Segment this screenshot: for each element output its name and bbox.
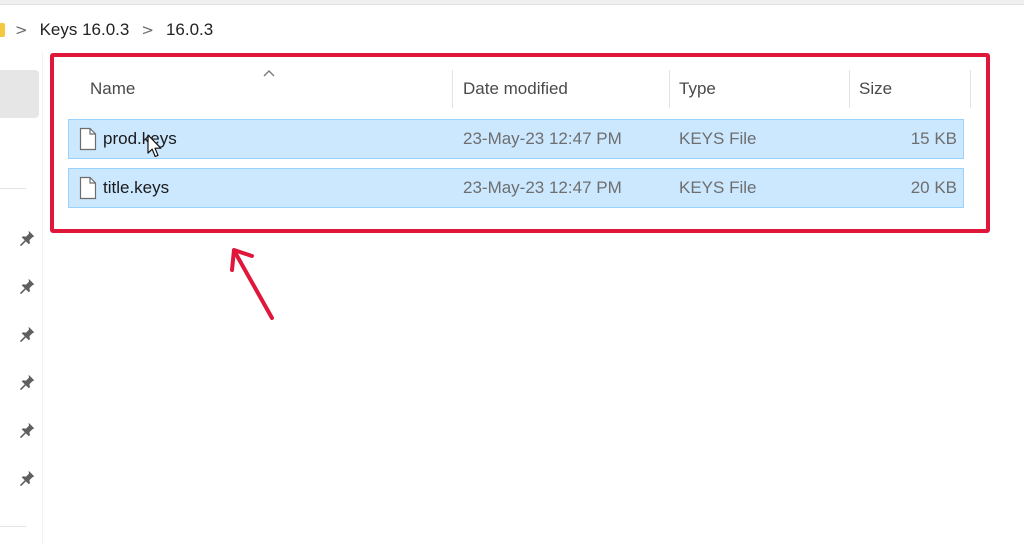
file-explorer-window: > Keys 16.0.3 > 16.0.3 Name Date modifie… [0, 0, 1024, 544]
column-divider[interactable] [849, 70, 850, 108]
folder-icon [0, 23, 5, 37]
navigation-pane [0, 52, 43, 544]
file-row[interactable]: prod.keys 23-May-23 12:47 PM KEYS File 1… [68, 119, 964, 159]
pin-icon[interactable] [18, 469, 36, 487]
file-date-modified: 23-May-23 12:47 PM [463, 129, 622, 148]
column-headers: Name Date modified Type Size [66, 66, 972, 112]
file-icon [79, 127, 97, 151]
chevron-right-icon[interactable]: > [15, 21, 28, 39]
pin-icon[interactable] [18, 229, 36, 247]
pin-icon[interactable] [18, 421, 36, 439]
mouse-cursor-icon [147, 134, 162, 158]
nav-divider [0, 188, 26, 189]
breadcrumb-item-16-0-3[interactable]: 16.0.3 [164, 16, 215, 44]
column-divider[interactable] [452, 70, 453, 108]
column-divider[interactable] [669, 70, 670, 108]
file-row[interactable]: title.keys 23-May-23 12:47 PM KEYS File … [68, 168, 964, 208]
window-top-edge [0, 0, 1024, 5]
chevron-right-icon[interactable]: > [141, 21, 154, 39]
file-type: KEYS File [679, 178, 757, 197]
nav-item-selected[interactable] [0, 70, 39, 118]
pin-icon[interactable] [18, 325, 36, 343]
column-header-date-modified[interactable]: Date modified [463, 66, 663, 112]
file-icon [79, 176, 97, 200]
pin-icon[interactable] [18, 277, 36, 295]
file-date-modified: 23-May-23 12:47 PM [463, 178, 622, 197]
column-divider[interactable] [970, 70, 971, 108]
pin-icon[interactable] [18, 373, 36, 391]
breadcrumb[interactable]: > Keys 16.0.3 > 16.0.3 [0, 8, 1024, 52]
file-name[interactable]: prod.keys [103, 120, 177, 158]
file-size: 20 KB [910, 178, 957, 197]
column-header-size[interactable]: Size [859, 66, 959, 112]
nav-divider [0, 526, 26, 527]
file-name[interactable]: title.keys [103, 169, 169, 207]
column-header-type[interactable]: Type [679, 66, 839, 112]
annotation-arrow-icon [230, 248, 274, 320]
breadcrumb-item-keys-16-0-3[interactable]: Keys 16.0.3 [38, 16, 132, 44]
column-header-name[interactable]: Name [90, 66, 450, 112]
file-type: KEYS File [679, 129, 757, 148]
file-size: 15 KB [910, 129, 957, 148]
